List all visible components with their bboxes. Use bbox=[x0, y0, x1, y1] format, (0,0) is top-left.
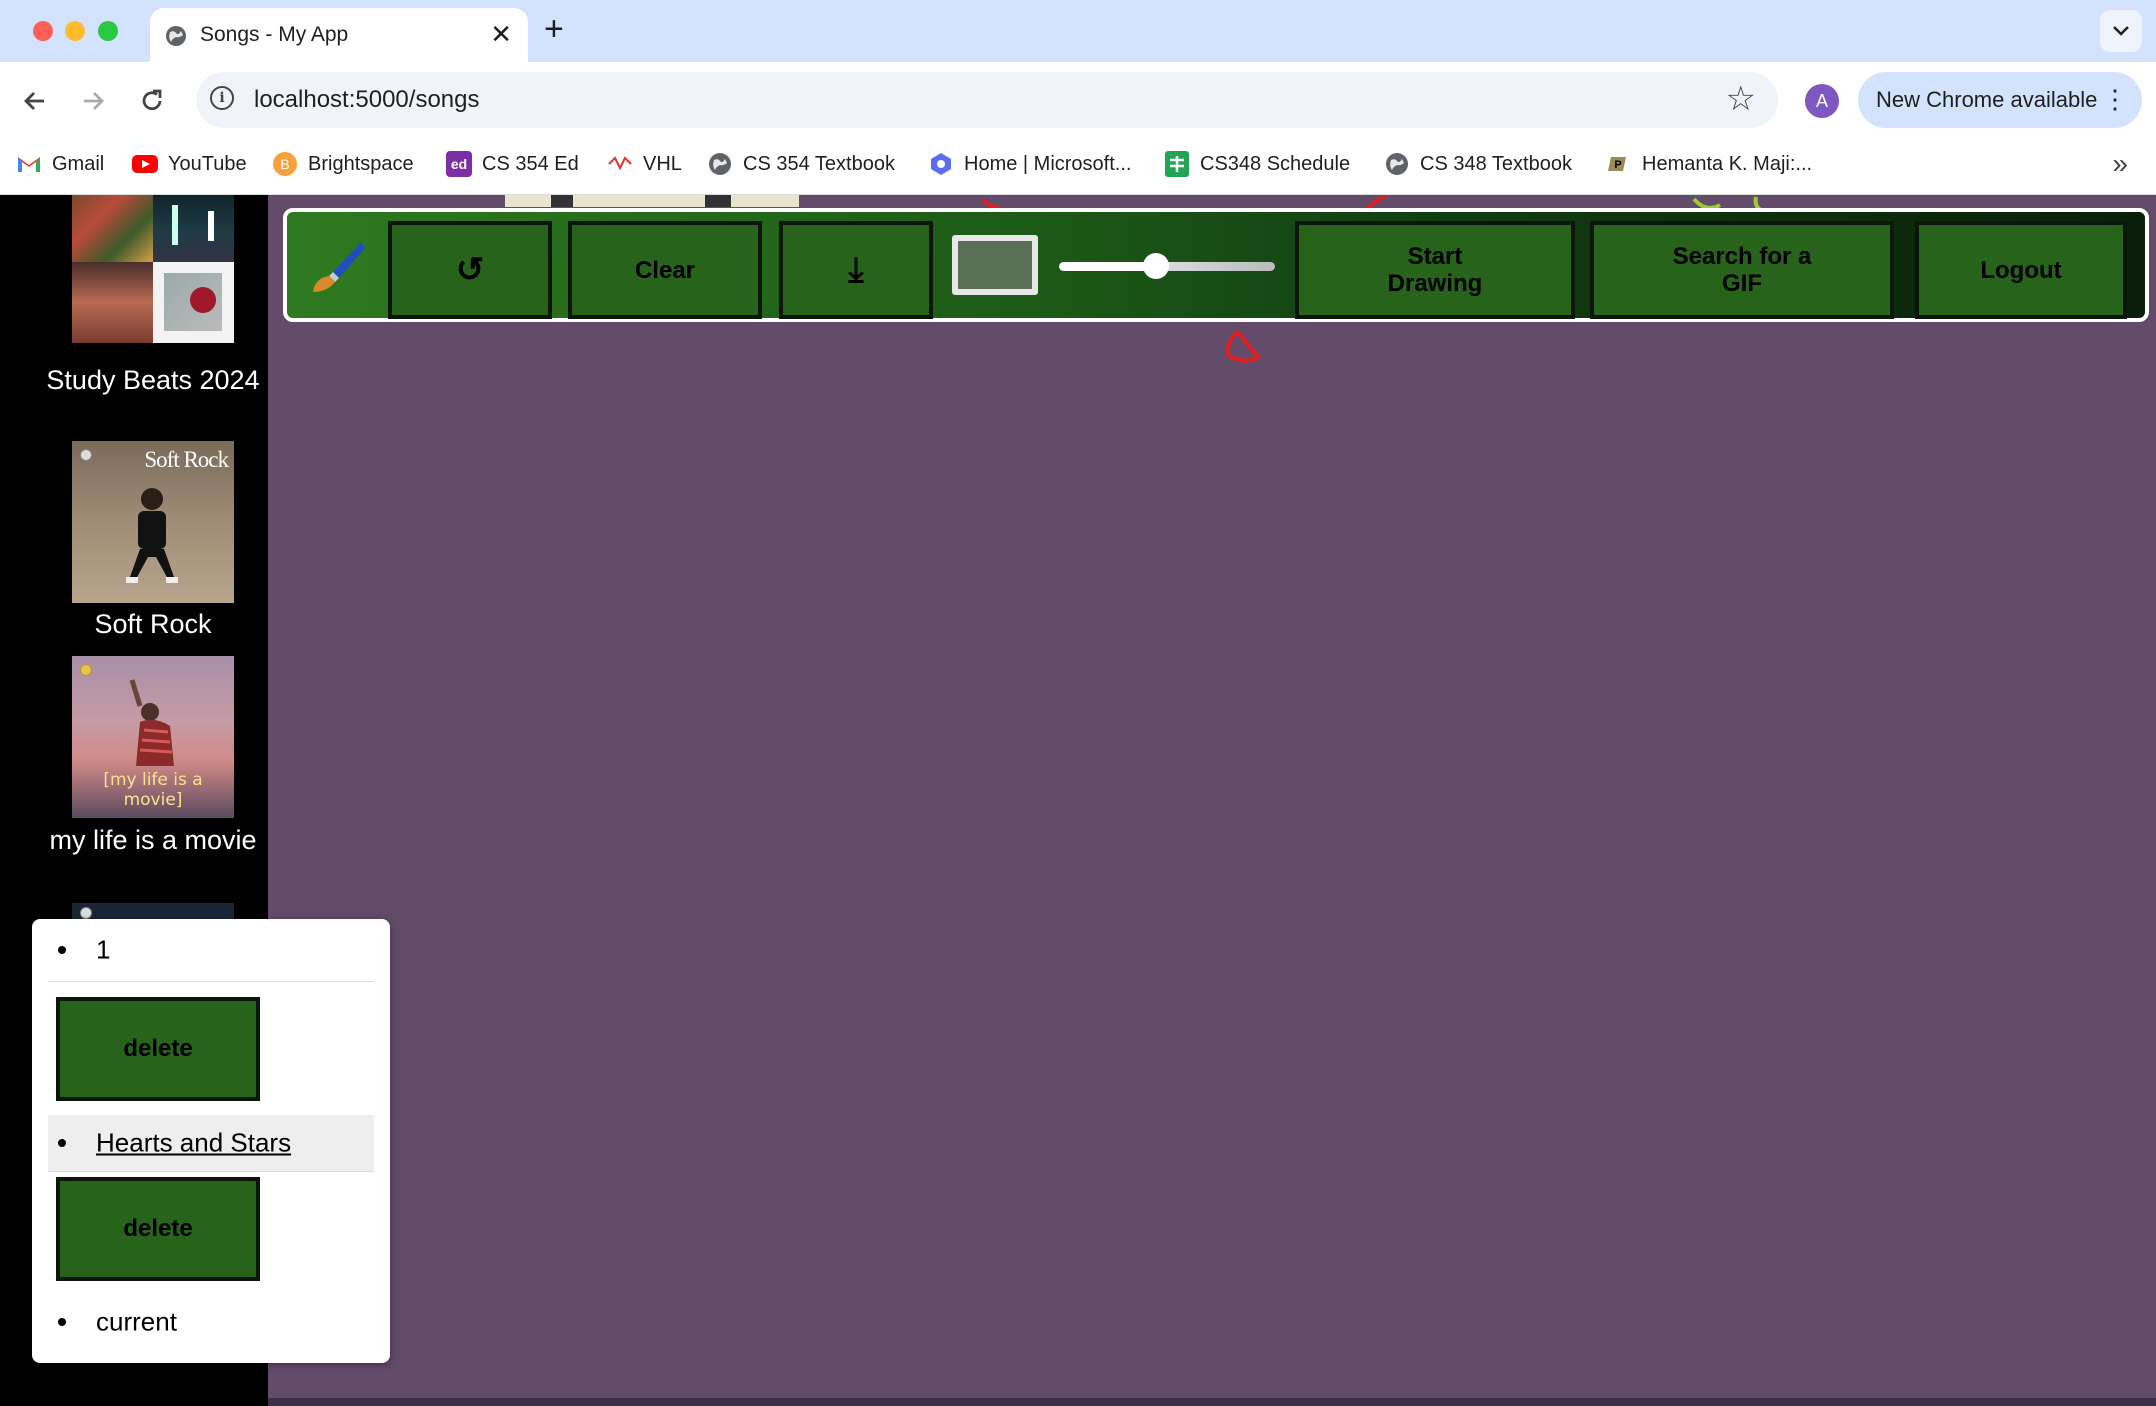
chrome-update-button[interactable]: New Chrome available ⋮ bbox=[1858, 72, 2142, 128]
new-tab-icon[interactable]: + bbox=[544, 12, 564, 46]
browser-tab-active[interactable]: Songs - My App ✕ bbox=[150, 8, 528, 62]
bookmark-cs348-textbook[interactable]: CS 348 Textbook bbox=[1384, 148, 1572, 180]
bookmark-microsoft-home[interactable]: Home | Microsoft... bbox=[928, 148, 1131, 180]
minimize-window-button[interactable] bbox=[65, 21, 85, 41]
browser-tab-strip: Songs - My App ✕ + bbox=[0, 0, 2156, 62]
reload-icon[interactable] bbox=[137, 86, 167, 116]
maximize-window-button[interactable] bbox=[98, 21, 118, 41]
list-item-text: 1 bbox=[96, 934, 111, 965]
clear-button[interactable]: Clear bbox=[568, 221, 762, 319]
bookmark-cs354-textbook[interactable]: CS 354 Textbook bbox=[707, 148, 895, 180]
page-viewport: Study Beats 2024 Soft Rock Soft Rock [my… bbox=[0, 195, 2156, 1406]
song-link[interactable]: Hearts and Stars bbox=[96, 1128, 291, 1159]
playlist-title-my-life-is-a-movie[interactable]: my life is a movie bbox=[40, 825, 266, 855]
site-info-icon[interactable]: i bbox=[210, 86, 234, 110]
youtube-icon bbox=[132, 151, 158, 177]
list-item: current bbox=[48, 1297, 374, 1347]
bookmark-cs348-schedule[interactable]: CS348 Schedule bbox=[1164, 148, 1350, 180]
bookmark-vhl[interactable]: VHL bbox=[607, 148, 682, 180]
drawing-canvas[interactable] bbox=[268, 195, 2156, 1398]
close-tab-icon[interactable]: ✕ bbox=[490, 19, 512, 50]
menu-dots-icon[interactable]: ⋮ bbox=[2102, 84, 2128, 114]
list-item: Hearts and Stars bbox=[48, 1115, 374, 1172]
more-bookmarks-icon[interactable]: » bbox=[2112, 148, 2128, 180]
person-figure-image bbox=[129, 679, 174, 766]
delete-button[interactable]: delete bbox=[56, 997, 260, 1101]
page-bottom-strip bbox=[268, 1398, 2156, 1406]
forward-arrow-icon[interactable] bbox=[78, 86, 108, 116]
cover-label-soft-rock: Soft Rock bbox=[144, 447, 229, 472]
profile-avatar[interactable]: A bbox=[1805, 84, 1839, 118]
url-text[interactable]: localhost:5000/songs bbox=[254, 86, 480, 114]
svg-text:B: B bbox=[280, 156, 289, 172]
svg-text:ed: ed bbox=[451, 156, 467, 172]
vhl-icon bbox=[607, 151, 633, 177]
bookmark-gmail[interactable]: Gmail bbox=[16, 148, 104, 180]
globe-icon bbox=[1384, 151, 1410, 177]
color-picker[interactable] bbox=[952, 235, 1038, 295]
person-figure-image bbox=[126, 488, 178, 583]
brightspace-icon: B bbox=[272, 151, 298, 177]
logout-button[interactable]: Logout bbox=[1915, 221, 2127, 319]
ed-icon: ed bbox=[446, 151, 472, 177]
playlist-title-soft-rock[interactable]: Soft Rock bbox=[40, 609, 266, 639]
playlist-title-study-beats[interactable]: Study Beats 2024 bbox=[40, 365, 266, 395]
bookmarks-bar: Gmail YouTube B Brightspace ed CS 354 Ed… bbox=[0, 138, 2156, 195]
bookmark-hemanta-maji[interactable]: P Hemanta K. Maji:... bbox=[1606, 148, 1812, 180]
search-gif-button[interactable]: Search for a GIF bbox=[1590, 221, 1894, 319]
close-window-button[interactable] bbox=[33, 21, 53, 41]
brush-size-slider-thumb[interactable] bbox=[1143, 253, 1170, 279]
tab-title: Songs - My App bbox=[200, 23, 349, 46]
globe-icon bbox=[166, 26, 186, 46]
microsoft-icon bbox=[928, 151, 954, 177]
bookmark-brightspace[interactable]: B Brightspace bbox=[272, 148, 414, 180]
list-item-text: current bbox=[96, 1306, 177, 1337]
bookmark-cs354-ed[interactable]: ed CS 354 Ed bbox=[446, 148, 579, 180]
playlist-cover-my-life-is-a-movie[interactable]: [my life is a movie] bbox=[72, 656, 234, 818]
song-list-panel: 1 delete Hearts and Stars delete current bbox=[32, 919, 390, 1363]
address-bar[interactable]: i localhost:5000/songs ☆ bbox=[196, 72, 1778, 128]
bookmark-star-icon[interactable]: ☆ bbox=[1726, 80, 1756, 118]
list-item: 1 bbox=[48, 919, 374, 982]
partial-gif-image bbox=[505, 195, 799, 207]
bookmark-youtube[interactable]: YouTube bbox=[132, 148, 247, 180]
drawing-toolbar: ↺ Clear ⤓ Start Drawing Search for a GIF… bbox=[283, 208, 2149, 322]
svg-text:P: P bbox=[1614, 159, 1621, 171]
purdue-icon: P bbox=[1606, 151, 1632, 177]
start-drawing-button[interactable]: Start Drawing bbox=[1295, 221, 1575, 319]
download-button[interactable]: ⤓ bbox=[779, 221, 933, 319]
sheets-icon bbox=[1164, 151, 1190, 177]
globe-icon bbox=[707, 151, 733, 177]
playlist-cover-study-beats[interactable] bbox=[72, 195, 234, 343]
playlist-cover-soft-rock[interactable]: Soft Rock bbox=[72, 441, 234, 603]
update-label: New Chrome available bbox=[1876, 87, 2098, 112]
paintbrush-icon bbox=[313, 242, 365, 292]
back-arrow-icon[interactable] bbox=[20, 86, 50, 116]
cover-label-my-life-is-a-movie: [my life is a movie] bbox=[103, 770, 203, 810]
undo-button[interactable]: ↺ bbox=[388, 221, 552, 319]
tab-search-button[interactable] bbox=[2100, 10, 2142, 52]
chevron-down-icon bbox=[2113, 26, 2129, 36]
delete-button[interactable]: delete bbox=[56, 1177, 260, 1281]
gmail-icon bbox=[16, 151, 42, 177]
browser-toolbar: i localhost:5000/songs ☆ A New Chrome av… bbox=[0, 62, 2156, 138]
